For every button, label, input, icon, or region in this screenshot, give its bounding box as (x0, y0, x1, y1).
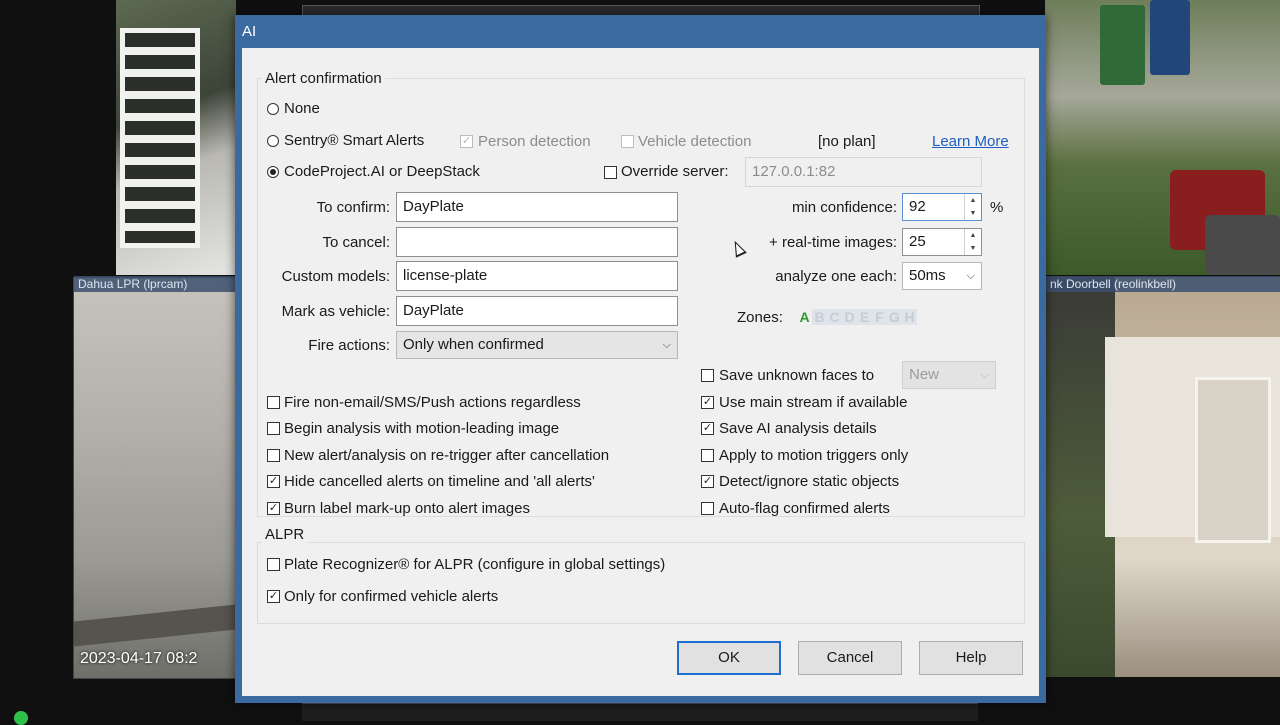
cancel-button[interactable]: Cancel (798, 641, 902, 675)
server-address-field[interactable]: 127.0.0.1:82 (745, 157, 982, 187)
camera-label-doorbell: nk Doorbell (reolinkbell) (1046, 276, 1280, 292)
zone-d[interactable]: D (842, 309, 857, 325)
alpr-group-label: ALPR (262, 526, 308, 543)
fire-non-email-label[interactable]: Fire non-email/SMS/Push actions regardle… (284, 394, 581, 412)
codeproject-label[interactable]: CodeProject.AI or DeepStack (284, 163, 480, 181)
realtime-images-spinner[interactable]: 25 ▲ ▼ (902, 228, 982, 256)
chevron-down-icon: ⌵ (966, 270, 975, 282)
hide-cancelled-label[interactable]: Hide cancelled alerts on timeline and 'a… (284, 473, 595, 491)
only-confirmed-vehicle-checkbox[interactable]: ✓ (267, 590, 280, 603)
chevron-down-icon: ⌵ (980, 369, 989, 381)
zone-b[interactable]: B (812, 309, 827, 325)
custom-models-label: Custom models: (281, 268, 390, 285)
alert-confirmation-group-label: Alert confirmation (262, 70, 385, 87)
zone-g[interactable]: G (887, 309, 902, 325)
min-confidence-value: 92 (909, 198, 926, 215)
analyze-each-label: analyze one each: (775, 268, 897, 285)
burn-label-label[interactable]: Burn label mark-up onto alert images (284, 500, 530, 518)
auto-flag-checkbox[interactable] (701, 502, 714, 515)
to-cancel-field[interactable] (396, 227, 678, 257)
zones-selector[interactable]: ABCDEFGH (797, 309, 917, 327)
help-button[interactable]: Help (919, 641, 1023, 675)
custom-models-field[interactable]: license-plate (396, 261, 678, 291)
detect-static-checkbox[interactable]: ✓ (701, 475, 714, 488)
detect-static-label[interactable]: Detect/ignore static objects (719, 473, 899, 491)
use-main-stream-label[interactable]: Use main stream if available (719, 394, 907, 412)
zone-c[interactable]: C (827, 309, 842, 325)
to-cancel-label: To cancel: (322, 234, 390, 251)
fire-actions-dropdown[interactable]: Only when confirmed ⌵ (396, 331, 678, 359)
none-label[interactable]: None (284, 100, 320, 118)
vehicle-detection-checkbox[interactable] (621, 135, 634, 148)
spinner-arrows-icon[interactable]: ▲ ▼ (964, 229, 981, 255)
realtime-images-label: + real-time images: (769, 234, 897, 251)
camera-timestamp: 2023-04-17 08:2 (80, 650, 198, 667)
learn-more-link[interactable]: Learn More (932, 133, 1009, 151)
vehicle-detection-label: Vehicle detection (638, 133, 752, 150)
sentry-radio[interactable] (267, 135, 279, 147)
no-plan-text: [no plan] (818, 133, 876, 150)
analyze-each-dropdown[interactable]: 50ms ⌵ (902, 262, 982, 290)
plate-recognizer-label[interactable]: Plate Recognizer® for ALPR (configure in… (284, 556, 665, 574)
save-ai-details-checkbox[interactable]: ✓ (701, 422, 714, 435)
new-alert-retrigger-label[interactable]: New alert/analysis on re-trigger after c… (284, 447, 609, 465)
motion-triggers-only-checkbox[interactable] (701, 449, 714, 462)
zone-e[interactable]: E (857, 309, 872, 325)
person-detection-label: Person detection (478, 133, 591, 150)
dialog-title: AI (242, 23, 257, 40)
analyze-each-value: 50ms (909, 267, 946, 284)
zones-label: Zones: (737, 309, 783, 326)
sentry-label[interactable]: Sentry® Smart Alerts (284, 132, 424, 150)
mark-vehicle-field[interactable]: DayPlate (396, 296, 678, 326)
override-server-label[interactable]: Override server: (621, 163, 729, 181)
only-confirmed-vehicle-label[interactable]: Only for confirmed vehicle alerts (284, 588, 498, 606)
status-indicator-icon (14, 711, 28, 725)
begin-analysis-checkbox[interactable] (267, 422, 280, 435)
codeproject-radio[interactable] (267, 166, 279, 178)
alpr-group (257, 542, 1025, 624)
save-ai-details-label[interactable]: Save AI analysis details (719, 420, 877, 438)
camera-feed-lpr[interactable] (73, 277, 237, 679)
zone-h[interactable]: H (902, 309, 917, 325)
hide-cancelled-checkbox[interactable]: ✓ (267, 475, 280, 488)
ok-button[interactable]: OK (677, 641, 781, 675)
dialog-client-area: Alert confirmation None Sentry® Smart Al… (242, 48, 1039, 696)
min-confidence-spinner[interactable]: 92 ▲ ▼ (902, 193, 982, 221)
motion-triggers-only-label[interactable]: Apply to motion triggers only (719, 447, 908, 465)
auto-flag-label[interactable]: Auto-flag confirmed alerts (719, 500, 890, 518)
fire-actions-label: Fire actions: (308, 337, 390, 354)
ai-dialog: AI Alert confirmation None Sentry® Smart… (235, 15, 1046, 703)
fire-non-email-checkbox[interactable] (267, 396, 280, 409)
save-faces-value: New (909, 366, 940, 383)
to-confirm-label: To confirm: (316, 199, 390, 216)
zone-f[interactable]: F (872, 309, 887, 325)
chevron-down-icon: ⌵ (662, 339, 671, 351)
to-confirm-field[interactable]: DayPlate (396, 192, 678, 222)
mark-vehicle-label: Mark as vehicle: (281, 303, 390, 320)
fire-actions-value: Only when confirmed (403, 336, 544, 353)
use-main-stream-checkbox[interactable]: ✓ (701, 396, 714, 409)
begin-analysis-label[interactable]: Begin analysis with motion-leading image (284, 420, 559, 438)
camera-label-lpr: Dahua LPR (lprcam) (74, 276, 240, 292)
burn-label-checkbox[interactable]: ✓ (267, 502, 280, 515)
save-faces-label[interactable]: Save unknown faces to (719, 367, 874, 385)
zone-a[interactable]: A (797, 309, 812, 325)
person-detection-checkbox[interactable]: ✓ (460, 135, 473, 148)
dialog-titlebar[interactable]: AI (235, 15, 1046, 48)
realtime-images-value: 25 (909, 233, 926, 250)
save-faces-checkbox[interactable] (701, 369, 714, 382)
background-bottom-strip (302, 703, 978, 721)
new-alert-retrigger-checkbox[interactable] (267, 449, 280, 462)
save-faces-dropdown[interactable]: New ⌵ (902, 361, 996, 389)
plate-recognizer-checkbox[interactable] (267, 558, 280, 571)
camera-feed-top-left[interactable] (116, 0, 236, 275)
spinner-arrows-icon[interactable]: ▲ ▼ (964, 194, 981, 220)
camera-feed-doorbell[interactable] (1045, 277, 1280, 677)
percent-sign: % (990, 199, 1004, 216)
min-confidence-label: min confidence: (791, 199, 897, 216)
override-server-checkbox[interactable] (604, 166, 617, 179)
camera-feed-top-right[interactable] (1045, 0, 1280, 275)
none-radio[interactable] (267, 103, 279, 115)
